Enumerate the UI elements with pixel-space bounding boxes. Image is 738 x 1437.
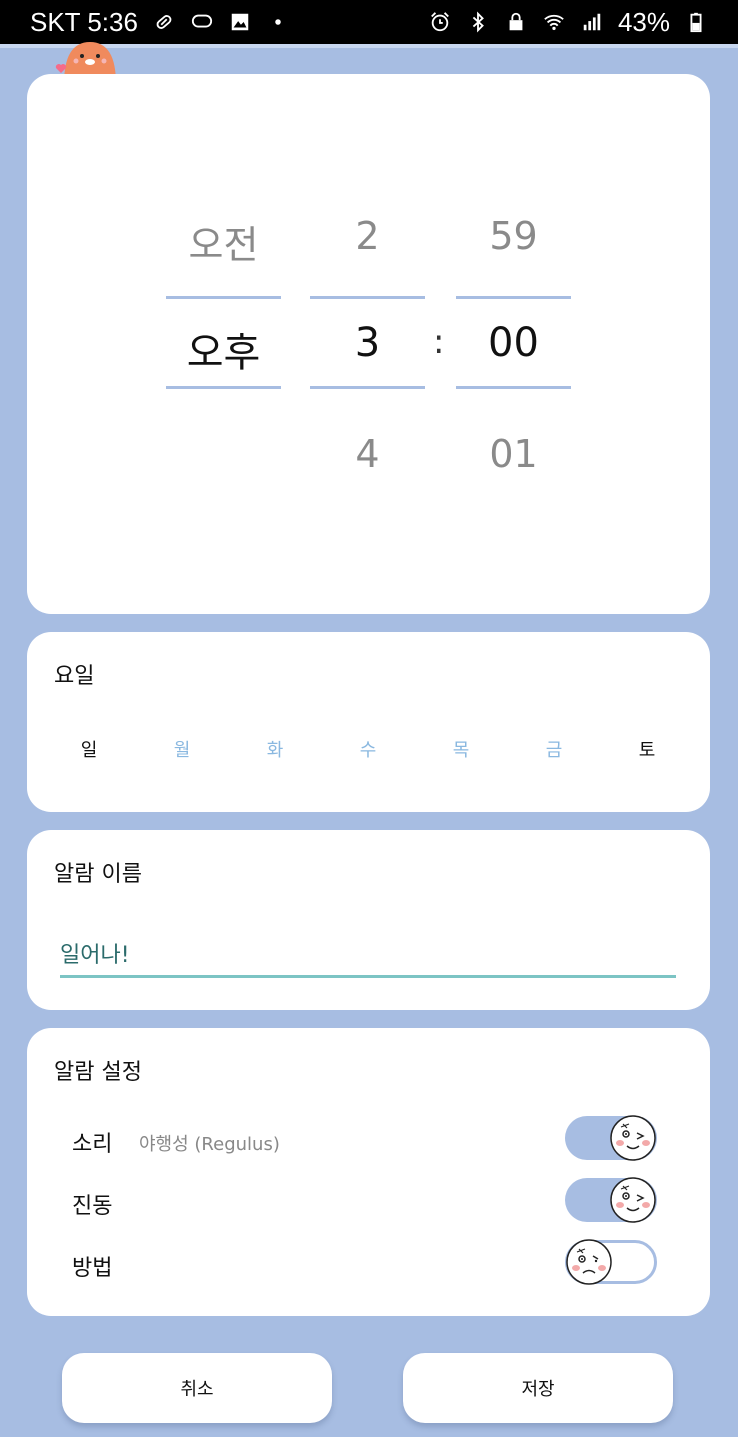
day-fri[interactable]: 금 bbox=[534, 736, 574, 762]
minute-prev[interactable]: 59 bbox=[456, 214, 571, 258]
alarm-name-title: 알람 이름 bbox=[54, 862, 142, 887]
day-sat[interactable]: 토 bbox=[627, 736, 667, 762]
day-label: 토 bbox=[638, 740, 656, 761]
alarm-name-input[interactable] bbox=[60, 940, 676, 965]
method-toggle[interactable] bbox=[565, 1239, 657, 1285]
method-label: 방법 bbox=[72, 1256, 113, 1281]
day-label: 월 bbox=[173, 740, 191, 761]
battery-icon bbox=[684, 10, 708, 34]
hour-prev[interactable]: 2 bbox=[310, 214, 425, 258]
time-picker-card: 오전 오후 2 3 4 : 59 00 01 bbox=[27, 74, 710, 614]
sound-value[interactable]: 야행성 (Regulus) bbox=[139, 1130, 280, 1156]
vibration-label: 진동 bbox=[72, 1194, 113, 1219]
save-button[interactable]: 저장 bbox=[403, 1353, 673, 1423]
hour-next[interactable]: 4 bbox=[310, 432, 425, 476]
sad-face-icon bbox=[566, 1239, 612, 1285]
day-label: 수 bbox=[359, 740, 377, 761]
vibration-toggle[interactable] bbox=[565, 1177, 657, 1223]
days-title: 요일 bbox=[54, 664, 95, 689]
day-thu[interactable]: 목 bbox=[441, 736, 481, 762]
lock-icon bbox=[504, 10, 528, 34]
day-sun[interactable]: 일 bbox=[69, 736, 109, 762]
dot-icon bbox=[266, 10, 290, 34]
day-wed[interactable]: 수 bbox=[348, 736, 388, 762]
picker-line bbox=[456, 386, 571, 389]
alarm-icon bbox=[428, 10, 452, 34]
alarm-settings-card: 알람 설정 소리 야행성 (Regulus) 진동 방법 bbox=[27, 1028, 710, 1316]
day-label: 일 bbox=[80, 740, 98, 761]
day-mon[interactable]: 월 bbox=[162, 736, 202, 762]
time-separator: : bbox=[433, 322, 445, 362]
picker-line bbox=[310, 296, 425, 299]
pill-icon bbox=[152, 10, 176, 34]
minute-picker[interactable]: 59 00 01 bbox=[456, 74, 571, 614]
sound-label: 소리 bbox=[72, 1132, 113, 1157]
day-label: 금 bbox=[545, 740, 563, 761]
ampm-prev[interactable]: 오전 bbox=[166, 214, 281, 269]
picker-line bbox=[166, 386, 281, 389]
cancel-button[interactable]: 취소 bbox=[62, 1353, 332, 1423]
ampm-picker[interactable]: 오전 오후 bbox=[166, 74, 281, 614]
wifi-icon bbox=[542, 10, 566, 34]
hour-picker[interactable]: 2 3 4 bbox=[310, 74, 425, 614]
picker-line bbox=[456, 296, 571, 299]
sound-toggle[interactable] bbox=[565, 1115, 657, 1161]
day-tue[interactable]: 화 bbox=[255, 736, 295, 762]
hour-current[interactable]: 3 bbox=[310, 320, 425, 366]
signal-icon bbox=[580, 10, 604, 34]
smile-face-icon bbox=[610, 1115, 656, 1161]
smile-face-icon bbox=[610, 1177, 656, 1223]
picker-line bbox=[310, 386, 425, 389]
day-label: 목 bbox=[452, 740, 470, 761]
alarm-name-field[interactable] bbox=[60, 930, 676, 978]
day-label: 화 bbox=[266, 740, 284, 761]
image-icon bbox=[228, 10, 252, 34]
status-carrier-time: SKT 5:36 bbox=[30, 6, 138, 37]
bluetooth-icon bbox=[466, 10, 490, 34]
chat-icon bbox=[190, 10, 214, 34]
minute-next[interactable]: 01 bbox=[456, 432, 571, 476]
ampm-current[interactable]: 오후 bbox=[166, 320, 281, 378]
picker-line bbox=[166, 296, 281, 299]
settings-title: 알람 설정 bbox=[54, 1060, 142, 1085]
repeat-days-card: 요일 일 월 화 수 목 금 토 bbox=[27, 632, 710, 812]
alarm-name-card: 알람 이름 bbox=[27, 830, 710, 1010]
minute-current[interactable]: 00 bbox=[456, 320, 571, 366]
battery-percent: 43% bbox=[617, 6, 670, 37]
